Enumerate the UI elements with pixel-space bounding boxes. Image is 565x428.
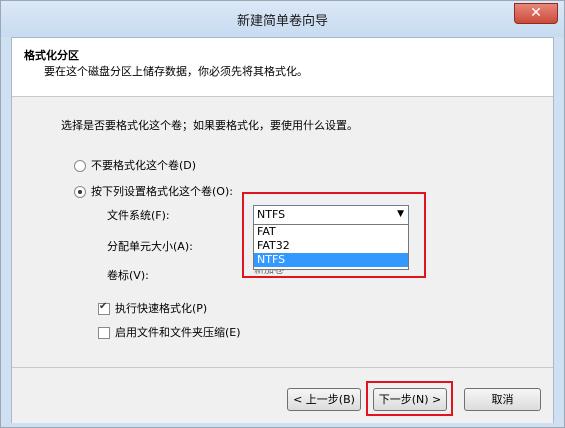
close-icon[interactable]: ✕ <box>514 3 558 24</box>
highlight-frame-filesystem <box>242 192 426 278</box>
quick-format-checkbox[interactable] <box>98 301 110 315</box>
wizard-header: 格式化分区 要在这个磁盘分区上储存数据，你必须先将其格式化。 <box>12 38 553 97</box>
radio-format-label: 按下列设置格式化这个卷(O): <box>91 185 233 198</box>
page-subtitle: 要在这个磁盘分区上储存数据，你必须先将其格式化。 <box>44 65 308 78</box>
wizard-body: 选择是否要格式化这个卷；如果要格式化，要使用什么设置。 不要格式化这个卷(D) … <box>12 97 553 367</box>
title-bar: 新建简单卷向导 ✕ <box>1 1 564 37</box>
highlight-frame-next <box>366 381 453 416</box>
allocation-size-label: 分配单元大小(A): <box>107 240 193 253</box>
radio-no-format[interactable]: 不要格式化这个卷(D) <box>74 157 196 173</box>
page-title: 格式化分区 <box>24 49 79 62</box>
file-system-label: 文件系统(F): <box>107 209 170 222</box>
wizard-footer: < 上一步(B) 下一步(N) > 取消 <box>12 367 553 423</box>
quick-format-label: 执行快速格式化(P) <box>115 302 208 315</box>
quick-format-checkbox-row[interactable]: 执行快速格式化(P) <box>98 300 207 316</box>
cancel-button[interactable]: 取消 <box>464 388 541 411</box>
compression-checkbox-row[interactable]: 启用文件和文件夹压缩(E) <box>98 324 241 340</box>
window-title: 新建简单卷向导 <box>236 14 328 29</box>
radio-no-format-label: 不要格式化这个卷(D) <box>91 159 197 172</box>
volume-label-label: 卷标(V): <box>107 269 149 282</box>
wizard-window: 新建简单卷向导 ✕ 格式化分区 要在这个磁盘分区上储存数据，你必须先将其格式化。… <box>0 0 565 428</box>
radio-format[interactable]: 按下列设置格式化这个卷(O): <box>74 183 233 199</box>
wizard-client-area: 格式化分区 要在这个磁盘分区上储存数据，你必须先将其格式化。 选择是否要格式化这… <box>11 37 554 423</box>
radio-button[interactable] <box>74 160 86 172</box>
instruction-text: 选择是否要格式化这个卷；如果要格式化，要使用什么设置。 <box>61 119 358 132</box>
back-button[interactable]: < 上一步(B) <box>287 388 361 411</box>
compression-checkbox[interactable] <box>98 327 110 339</box>
compression-label: 启用文件和文件夹压缩(E) <box>115 326 241 339</box>
radio-button-checked[interactable] <box>74 186 86 198</box>
